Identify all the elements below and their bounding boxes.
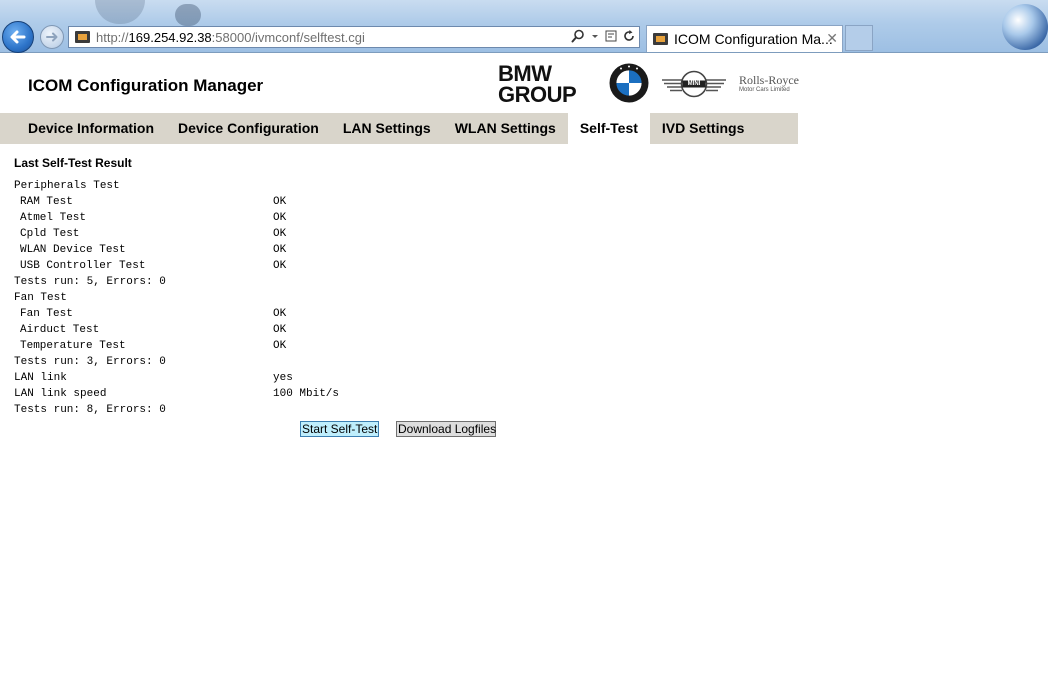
result-label: Tests run: 5, Errors: 0 bbox=[14, 276, 166, 288]
result-value: OK bbox=[273, 196, 287, 208]
result-row: LAN link yes bbox=[14, 370, 339, 386]
result-row: Atmel Test OK bbox=[14, 210, 339, 226]
result-row: Cpld Test OK bbox=[14, 226, 339, 242]
result-label: USB Controller Test bbox=[20, 260, 146, 272]
rolls-royce-name: Rolls-Royce bbox=[739, 73, 799, 87]
result-value: OK bbox=[273, 228, 287, 240]
main-nav: Device Information Device Configuration … bbox=[0, 113, 798, 144]
result-summary-row: Tests run: 5, Errors: 0 bbox=[14, 274, 339, 290]
address-url[interactable]: http://169.254.92.38:58000/ivmconf/selft… bbox=[96, 30, 365, 45]
page-favicon-icon bbox=[75, 31, 90, 43]
result-label: RAM Test bbox=[20, 196, 73, 208]
bmw-group-logo-line1: BMW bbox=[498, 61, 552, 86]
result-row: WLAN Device Test OK bbox=[14, 242, 339, 258]
tab-wlan-settings[interactable]: WLAN Settings bbox=[443, 113, 568, 144]
dropdown-icon[interactable] bbox=[591, 29, 599, 43]
result-value: yes bbox=[273, 372, 293, 384]
tab-favicon-icon bbox=[653, 33, 668, 45]
result-row-group: Fan Test bbox=[14, 290, 339, 306]
browser-chrome: http://169.254.92.38:58000/ivmconf/selft… bbox=[0, 0, 1048, 53]
result-row: USB Controller Test OK bbox=[14, 258, 339, 274]
tab-ivd-settings[interactable]: IVD Settings bbox=[650, 113, 756, 144]
refresh-icon[interactable] bbox=[623, 29, 635, 43]
result-label: Atmel Test bbox=[20, 212, 87, 224]
tab-self-test[interactable]: Self-Test bbox=[567, 113, 650, 144]
address-bar[interactable]: http://169.254.92.38:58000/ivmconf/selft… bbox=[68, 26, 640, 48]
rolls-royce-logo: Rolls-Royce Motor Cars Limited bbox=[739, 74, 801, 98]
result-value: OK bbox=[273, 244, 287, 256]
result-row: Temperature Test OK bbox=[14, 338, 339, 354]
mini-logo-text: MINI bbox=[687, 81, 701, 87]
result-value: OK bbox=[273, 260, 287, 272]
result-row-group: Peripherals Test bbox=[14, 178, 339, 194]
self-test-results: Peripherals Test RAM Test OK Atmel Test OK… bbox=[14, 178, 339, 418]
result-label: Peripherals Test bbox=[14, 180, 120, 192]
start-self-test-button[interactable]: Start Self-Test bbox=[300, 421, 379, 437]
url-scheme: http:// bbox=[96, 29, 129, 45]
compatibility-view-icon[interactable] bbox=[605, 29, 617, 43]
url-host: 169.254.92.38 bbox=[128, 29, 212, 45]
result-label: WLAN Device Test bbox=[20, 244, 126, 256]
self-test-heading: Last Self-Test Result bbox=[14, 156, 132, 170]
result-label: Fan Test bbox=[20, 308, 73, 320]
browser-tab[interactable]: ICOM Configuration Ma... ✕ bbox=[646, 25, 843, 52]
page-title: ICOM Configuration Manager bbox=[28, 76, 264, 95]
tab-title: ICOM Configuration Ma... bbox=[674, 31, 833, 47]
result-label: Tests run: 8, Errors: 0 bbox=[14, 404, 166, 416]
address-bar-icons bbox=[571, 29, 635, 43]
result-value: OK bbox=[273, 324, 287, 336]
forward-button[interactable] bbox=[40, 25, 64, 49]
result-label: Temperature Test bbox=[20, 340, 126, 352]
result-row: Airduct Test OK bbox=[14, 322, 339, 338]
close-tab-icon[interactable]: ✕ bbox=[826, 31, 838, 45]
result-value: OK bbox=[273, 212, 287, 224]
result-row: RAM Test OK bbox=[14, 194, 339, 210]
background-decoration bbox=[95, 0, 145, 24]
bmw-group-logo-line2: GROUP bbox=[498, 82, 577, 107]
result-summary-row: Tests run: 8, Errors: 0 bbox=[14, 402, 339, 418]
download-logfiles-button[interactable]: Download Logfiles bbox=[396, 421, 496, 437]
windows-orb-icon bbox=[1002, 4, 1048, 50]
new-tab-button[interactable] bbox=[845, 25, 873, 51]
result-label: LAN link speed bbox=[14, 388, 107, 400]
url-path: :58000/ivmconf/selftest.cgi bbox=[211, 29, 365, 45]
result-value: OK bbox=[273, 308, 287, 320]
bmw-roundel-logo bbox=[609, 63, 649, 103]
back-button[interactable] bbox=[2, 21, 34, 53]
result-row: LAN link speed 100 Mbit/s bbox=[14, 386, 339, 402]
result-label: Tests run: 3, Errors: 0 bbox=[14, 356, 166, 368]
result-summary-row: Tests run: 3, Errors: 0 bbox=[14, 354, 339, 370]
result-label: Fan Test bbox=[14, 292, 67, 304]
search-icon[interactable] bbox=[571, 29, 585, 43]
result-label: Cpld Test bbox=[20, 228, 80, 240]
result-label: Airduct Test bbox=[20, 324, 100, 336]
result-row: Fan Test OK bbox=[14, 306, 339, 322]
result-value: 100 Mbit/s bbox=[273, 388, 340, 400]
background-decoration bbox=[175, 4, 201, 26]
arrow-right-icon bbox=[46, 32, 58, 42]
tab-device-configuration[interactable]: Device Configuration bbox=[166, 113, 331, 144]
result-value: OK bbox=[273, 340, 287, 352]
mini-logo: MINI bbox=[660, 70, 728, 98]
rolls-royce-subtitle: Motor Cars Limited bbox=[739, 87, 790, 93]
arrow-left-icon bbox=[10, 30, 26, 44]
tab-lan-settings[interactable]: LAN Settings bbox=[331, 113, 443, 144]
bmw-group-logo: BMW GROUP bbox=[498, 61, 582, 107]
tab-device-information[interactable]: Device Information bbox=[0, 113, 166, 144]
result-label: LAN link bbox=[14, 372, 67, 384]
